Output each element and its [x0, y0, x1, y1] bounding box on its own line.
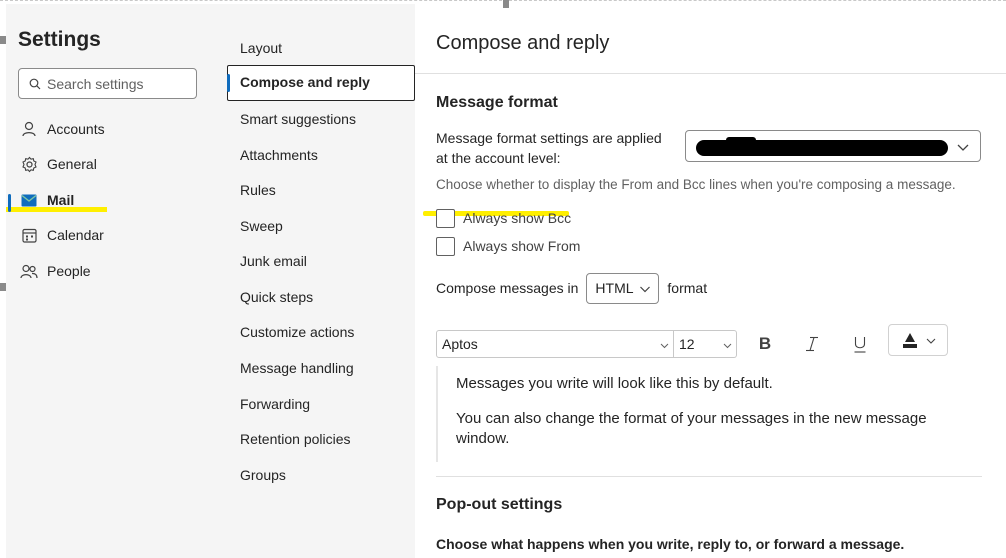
mail-nav-quick-steps[interactable]: Quick steps	[240, 287, 313, 307]
mail-settings-nav: Layout Compose and reply Smart suggestio…	[216, 4, 415, 558]
font-size-value: 12	[679, 336, 695, 352]
page-title: Compose and reply	[436, 32, 610, 54]
nav-item-general[interactable]: General	[20, 152, 97, 176]
redaction-mark	[726, 137, 756, 143]
active-indicator	[8, 194, 11, 212]
window-edge-marker	[0, 283, 6, 291]
chevron-down-icon	[640, 286, 651, 292]
mail-nav-forwarding[interactable]: Forwarding	[240, 394, 310, 414]
nav-item-accounts[interactable]: Accounts	[20, 117, 105, 141]
always-show-from-option[interactable]: Always show From	[436, 236, 580, 256]
gear-icon	[20, 155, 38, 173]
settings-nav-pane: Settings Accounts General Mail Calendar	[6, 4, 216, 558]
nav-item-label: People	[47, 263, 91, 279]
section-title-message-format: Message format	[436, 94, 558, 111]
search-icon	[29, 78, 41, 89]
always-show-bcc-option[interactable]: Always show Bcc	[436, 208, 571, 228]
always-show-from-checkbox[interactable]	[436, 236, 455, 256]
mail-nav-retention-policies[interactable]: Retention policies	[240, 429, 351, 449]
mail-nav-attachments[interactable]: Attachments	[240, 145, 318, 165]
message-format-preview: Messages you write will look like this b…	[436, 366, 982, 462]
preview-line-2: You can also change the format of your m…	[456, 410, 927, 427]
italic-button[interactable]	[798, 330, 826, 358]
always-show-from-label: Always show From	[463, 238, 581, 254]
search-input[interactable]	[47, 75, 187, 92]
compose-format-value: HTML	[595, 280, 634, 296]
from-bcc-hint: Choose whether to display the From and B…	[436, 177, 956, 192]
calendar-icon	[20, 226, 38, 244]
font-color-button[interactable]	[888, 324, 948, 356]
mail-nav-rules[interactable]: Rules	[240, 180, 276, 200]
preview-line-1: Messages you write will look like this b…	[456, 375, 773, 392]
nav-item-label: Mail	[47, 192, 75, 208]
compose-format-prefix: Compose messages in	[436, 280, 579, 296]
account-dropdown[interactable]	[685, 130, 981, 162]
bold-icon: B	[758, 334, 772, 353]
font-color-icon	[903, 333, 917, 348]
mail-nav-junk-email[interactable]: Junk email	[240, 251, 307, 271]
nav-item-label: General	[47, 156, 97, 172]
divider	[436, 476, 982, 477]
active-indicator	[227, 74, 230, 92]
font-size-dropdown[interactable]: 12	[674, 330, 737, 358]
always-show-bcc-label: Always show Bcc	[463, 210, 572, 226]
font-family-dropdown[interactable]: Aptos	[436, 330, 674, 358]
settings-title: Settings	[18, 28, 101, 51]
person-icon	[20, 120, 38, 138]
nav-item-mail[interactable]: Mail	[20, 188, 74, 212]
compose-format-row: Compose messages in HTML format	[436, 272, 707, 304]
compose-format-suffix: format	[667, 280, 708, 296]
italic-icon	[806, 336, 818, 352]
mail-nav-label: Compose and reply	[240, 74, 370, 90]
popout-description: Choose what happens when you write, repl…	[436, 536, 905, 552]
nav-item-label: Accounts	[47, 121, 105, 137]
compose-and-reply-panel: Compose and reply Message format Message…	[415, 10, 1006, 558]
font-family-value: Aptos	[442, 336, 478, 352]
bold-button[interactable]: B	[751, 330, 779, 358]
window-edge-marker	[0, 36, 6, 44]
mail-nav-message-handling[interactable]: Message handling	[240, 358, 354, 378]
mail-nav-sweep[interactable]: Sweep	[240, 216, 283, 236]
people-icon	[20, 262, 38, 280]
account-level-label: Message format settings are applied at t…	[436, 130, 662, 166]
section-title-popout-settings: Pop-out settings	[436, 496, 563, 513]
compose-format-dropdown[interactable]: HTML	[586, 272, 660, 304]
mail-nav-customize-actions[interactable]: Customize actions	[240, 322, 354, 342]
underline-icon	[854, 336, 866, 353]
mail-icon	[20, 191, 38, 209]
mail-nav-layout[interactable]: Layout	[240, 38, 282, 58]
divider	[415, 73, 1006, 74]
window-edge-marker	[503, 0, 509, 8]
nav-item-people[interactable]: People	[20, 259, 91, 283]
chevron-down-icon	[957, 144, 969, 151]
chevron-down-icon	[926, 338, 936, 344]
preview-line-3: window.	[456, 430, 510, 447]
chevron-down-icon	[723, 343, 732, 349]
always-show-bcc-checkbox[interactable]	[436, 208, 455, 228]
mail-nav-groups[interactable]: Groups	[240, 465, 286, 485]
mail-nav-compose-and-reply[interactable]: Compose and reply	[227, 65, 415, 101]
search-box[interactable]	[18, 68, 197, 99]
mail-nav-smart-suggestions[interactable]: Smart suggestions	[240, 109, 356, 129]
chevron-down-icon	[660, 343, 669, 349]
nav-item-calendar[interactable]: Calendar	[20, 223, 104, 247]
nav-item-label: Calendar	[47, 227, 104, 243]
underline-button[interactable]	[846, 330, 874, 358]
